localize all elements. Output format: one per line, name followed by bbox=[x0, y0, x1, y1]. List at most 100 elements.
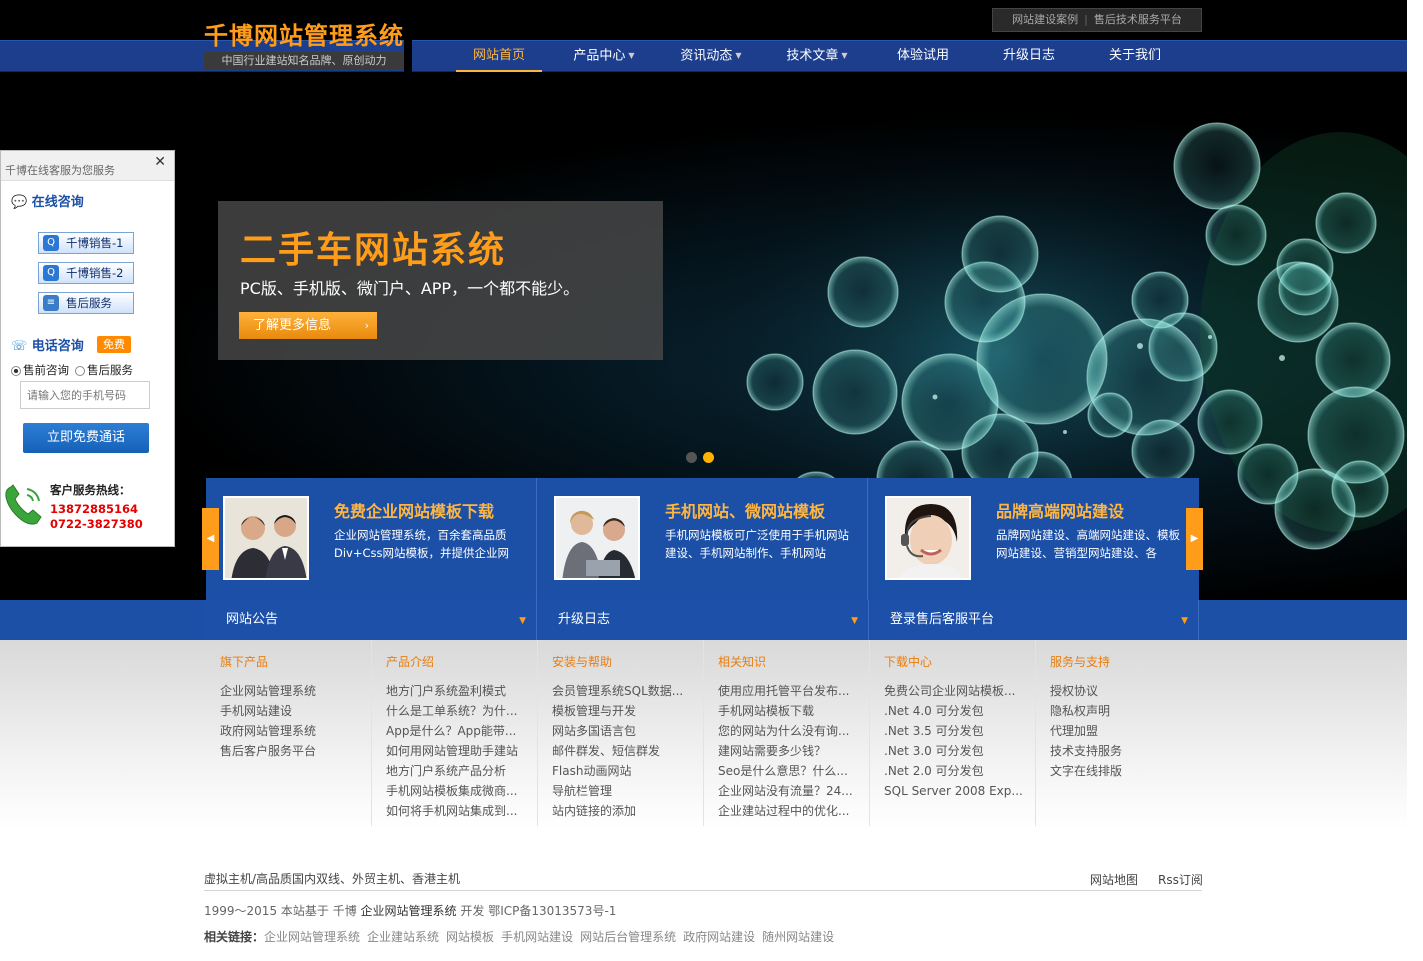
business-people-photo bbox=[225, 498, 307, 578]
link-item[interactable]: 地方门户系统产品分析 bbox=[386, 761, 518, 781]
link-item[interactable]: 政府网站管理系统 bbox=[220, 721, 316, 741]
nav-item-home[interactable]: 网站首页 bbox=[456, 40, 542, 72]
link-item[interactable]: .Net 3.5 可分发包 bbox=[884, 721, 1022, 741]
link-item[interactable]: 地方门户系统盈利模式 bbox=[386, 681, 518, 701]
feature-card-brand[interactable]: 品牌高端网站建设 品牌网站建设、高端网站建设、模板网站建设、营销型网站建设、各 bbox=[868, 478, 1199, 600]
related-links-label: 相关链接： bbox=[204, 930, 265, 944]
nav-item-label: 技术文章 bbox=[786, 48, 839, 64]
link-item[interactable]: 会员管理系统SQL数据... bbox=[552, 681, 683, 701]
related-link[interactable]: 手机网站建设 bbox=[501, 930, 573, 944]
support-agent-photo bbox=[887, 498, 969, 578]
related-link[interactable]: 随州网站建设 bbox=[762, 930, 834, 944]
link-item[interactable]: 站内链接的添加 bbox=[552, 801, 683, 821]
copyright-line: 1999～2015 本站基于 千博 企业网站管理系统 开发 鄂ICP备13013… bbox=[204, 902, 616, 919]
nav-item-changelog[interactable]: 升级日志 bbox=[991, 40, 1067, 72]
online-service-panel: 千博在线客服为您服务 ✕ 💬 在线咨询 Q 千博销售-1 Q 千博销售-2 ≡ 售后服… bbox=[0, 150, 175, 547]
radio-label: 售后服务 bbox=[87, 363, 133, 377]
link-item[interactable]: 售后客户服务平台 bbox=[220, 741, 316, 761]
link-item[interactable]: 如何用网站管理助手建站 bbox=[386, 741, 518, 761]
related-links-row: 相关链接：企业网站管理系统 企业建站系统 网站模板 手机网站建设 网站后台管理系统 政府网… bbox=[204, 928, 841, 945]
link-item[interactable]: 模板管理与开发 bbox=[552, 701, 683, 721]
tab-changelog[interactable]: 升级日志 ▼ bbox=[538, 600, 869, 640]
feature-card-mobile[interactable]: 手机网站、微网站模板 手机网站模板可广泛使用于手机网站建设、手机网站制作、手机网… bbox=[537, 478, 868, 600]
slide-dot-1[interactable] bbox=[686, 452, 697, 463]
link-item[interactable]: 手机网站模板下载 bbox=[718, 701, 853, 721]
close-icon[interactable]: ✕ bbox=[154, 155, 166, 169]
hosting-link[interactable]: 虚拟主机/高品质国内双线、外贸主机、香港主机 bbox=[204, 870, 460, 887]
qq-sales-2-button[interactable]: Q 千博销售-2 bbox=[38, 262, 134, 284]
related-link[interactable]: 企业建站系统 bbox=[367, 930, 439, 944]
related-link[interactable]: 网站模板 bbox=[446, 930, 494, 944]
link-item[interactable]: 网站多国语言包 bbox=[552, 721, 683, 741]
nav-item-label: 资讯动态 bbox=[680, 48, 733, 64]
link-item[interactable]: 如何将手机网站集成到... bbox=[386, 801, 518, 821]
link-item[interactable]: 建网站需要多少钱？ bbox=[718, 741, 853, 761]
link-item[interactable]: 文字在线排版 bbox=[1050, 761, 1122, 781]
qq-icon: Q bbox=[43, 265, 59, 281]
link-item[interactable]: .Net 2.0 可分发包 bbox=[884, 761, 1022, 781]
phone-number-input[interactable] bbox=[20, 381, 150, 409]
nav-item-about[interactable]: 关于我们 bbox=[1097, 40, 1173, 72]
link-item[interactable]: 导航栏管理 bbox=[552, 781, 683, 801]
link-item[interactable]: 您的网站为什么没有询... bbox=[718, 721, 853, 741]
link-list: 使用应用托管平台发布... 手机网站模板下载 您的网站为什么没有询... 建网站… bbox=[718, 681, 853, 821]
free-call-button[interactable]: 立即免费通话 bbox=[23, 423, 149, 453]
copyright-product-link[interactable]: 企业网站管理系统 bbox=[361, 904, 457, 918]
logo-backdrop bbox=[404, 40, 412, 72]
chat-bubble-icon: 💬 bbox=[11, 195, 28, 210]
rss-link[interactable]: Rss订阅 bbox=[1158, 871, 1203, 888]
link-column-help: 安装与帮助 会员管理系统SQL数据... 模板管理与开发 网站多国语言包 邮件群… bbox=[538, 640, 704, 826]
link-item[interactable]: 手机网站建设 bbox=[220, 701, 316, 721]
link-list: 企业网站管理系统 手机网站建设 政府网站管理系统 售后客户服务平台 bbox=[220, 681, 316, 761]
link-item[interactable]: 企业网站没有流量？24... bbox=[718, 781, 853, 801]
link-item[interactable]: 企业网站管理系统 bbox=[220, 681, 316, 701]
link-item[interactable]: 技术支持服务 bbox=[1050, 741, 1122, 761]
link-item[interactable]: SQL Server 2008 Exp... bbox=[884, 781, 1022, 801]
qq-sales-1-button[interactable]: Q 千博销售-1 bbox=[38, 232, 134, 254]
feature-card-templates[interactable]: 免费企业网站模板下载 企业网站管理系统，百余套高品质Div+Css网站模板，并提… bbox=[206, 478, 537, 600]
top-link-service-platform[interactable]: 售后技术服务平台 bbox=[1094, 13, 1182, 26]
online-consult-heading: 💬 在线咨询 bbox=[11, 191, 84, 210]
learn-more-button[interactable]: 了解更多信息 › bbox=[239, 312, 377, 339]
link-item[interactable]: App是什么？App能带... bbox=[386, 721, 518, 741]
feature-image-business-people bbox=[223, 496, 309, 580]
top-link-cases[interactable]: 网站建设案例 bbox=[1012, 13, 1078, 26]
link-item[interactable]: 隐私权声明 bbox=[1050, 701, 1122, 721]
feature-next-arrow[interactable]: ▶ bbox=[1186, 508, 1203, 570]
feature-prev-arrow[interactable]: ◀ bbox=[202, 508, 219, 570]
hotline-number: 0722-3827380 bbox=[50, 517, 143, 531]
link-item[interactable]: 企业建站过程中的优化... bbox=[718, 801, 853, 821]
copyright-prefix: 1999～2015 本站基于 千博 bbox=[204, 904, 357, 918]
nav-item-trial[interactable]: 体验试用 bbox=[885, 40, 961, 72]
link-item[interactable]: 授权协议 bbox=[1050, 681, 1122, 701]
link-item[interactable]: 代理加盟 bbox=[1050, 721, 1122, 741]
tab-announcements[interactable]: 网站公告 ▼ bbox=[206, 600, 537, 640]
link-item[interactable]: 什么是工单系统？为什... bbox=[386, 701, 518, 721]
tab-support-login[interactable]: 登录售后客服平台 ▼ bbox=[870, 600, 1199, 640]
link-item[interactable]: Seo是什么意思？什么... bbox=[718, 761, 853, 781]
site-logo-slogan: 中国行业建站知名品牌、原创动力 bbox=[204, 52, 404, 70]
link-item[interactable]: 免费公司企业网站模板... bbox=[884, 681, 1022, 701]
nav-item-articles[interactable]: 技术文章 ▼ bbox=[776, 40, 858, 72]
sitemap-link[interactable]: 网站地图 bbox=[1090, 871, 1138, 888]
link-item[interactable]: .Net 3.0 可分发包 bbox=[884, 741, 1022, 761]
after-sales-button[interactable]: ≡ 售后服务 bbox=[38, 292, 134, 314]
link-item[interactable]: Flash动画网站 bbox=[552, 761, 683, 781]
caret-down-icon: ▼ bbox=[519, 616, 526, 626]
chevron-down-icon: ▼ bbox=[841, 51, 848, 60]
radio-aftersale[interactable]: 售后服务 bbox=[75, 362, 133, 378]
related-link[interactable]: 网站后台管理系统 bbox=[580, 930, 676, 944]
phone-icon-small: ☏ bbox=[11, 339, 28, 354]
link-item[interactable]: .Net 4.0 可分发包 bbox=[884, 701, 1022, 721]
related-link[interactable]: 政府网站建设 bbox=[683, 930, 755, 944]
radio-presale[interactable]: 售前咨询 bbox=[11, 362, 69, 378]
link-item[interactable]: 邮件群发、短信群发 bbox=[552, 741, 683, 761]
site-logo-title[interactable]: 千博网站管理系统 bbox=[204, 16, 404, 51]
nav-item-products[interactable]: 产品中心 ▼ bbox=[563, 40, 645, 72]
link-item[interactable]: 使用应用托管平台发布... bbox=[718, 681, 853, 701]
link-item[interactable]: 手机网站模板集成微商... bbox=[386, 781, 518, 801]
related-link[interactable]: 企业网站管理系统 bbox=[264, 930, 360, 944]
link-column-knowledge: 相关知识 使用应用托管平台发布... 手机网站模板下载 您的网站为什么没有询..… bbox=[704, 640, 870, 826]
nav-item-news[interactable]: 资讯动态 ▼ bbox=[670, 40, 752, 72]
slide-dot-2[interactable] bbox=[703, 452, 714, 463]
